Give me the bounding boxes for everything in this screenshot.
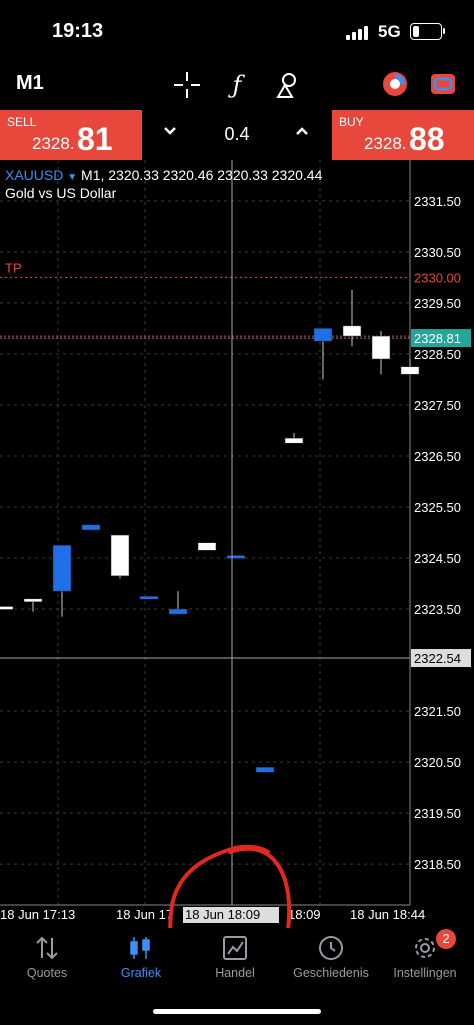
chart-header: XAUUSD ▼ M1, 2320.33 2320.46 2320.33 232…	[5, 167, 322, 183]
y-tick-label: 2329.50	[414, 296, 461, 311]
candle-body	[371, 335, 391, 360]
candle-body	[342, 325, 362, 337]
battery-tip	[443, 28, 445, 34]
candle-body	[52, 545, 72, 592]
crosshair-icon[interactable]	[172, 70, 202, 100]
home-indicator[interactable]	[153, 1009, 321, 1014]
x-tick-label: 18:09	[288, 907, 321, 922]
nav-trade-label: Handel	[215, 966, 255, 980]
status-time: 19:13	[52, 20, 104, 42]
nav-history[interactable]: Geschiedenis	[284, 928, 378, 998]
candle-body	[139, 596, 159, 600]
objects-icon[interactable]	[272, 70, 302, 100]
nav-settings[interactable]: Instellingen	[378, 928, 472, 998]
settings-badge: 2	[436, 929, 456, 949]
status-bar: 19:13 5G	[0, 0, 474, 62]
candle-body	[110, 534, 130, 577]
y-tick-label: 2324.50	[414, 551, 461, 566]
y-tick-label: 2325.50	[414, 500, 461, 515]
candle-body	[255, 766, 275, 773]
ohlc-values: M1, 2320.33 2320.46 2320.33 2320.44	[81, 167, 323, 183]
candle-body	[313, 328, 333, 342]
y-tick-label: 2321.50	[414, 704, 461, 719]
sell-price-big: 81	[77, 121, 113, 157]
lot-selector: 0.4	[142, 110, 332, 160]
x-tick-label: 18 Jun 17:13	[0, 907, 75, 922]
candle-body	[197, 542, 217, 551]
y-tick-label: 2319.50	[414, 806, 461, 821]
x-tick-label: 18 Jun 18:44	[350, 907, 425, 922]
candle-body	[168, 608, 188, 615]
tp-price-label: 2330.00	[414, 270, 461, 285]
cursor-time-label: 18 Jun 18:09	[185, 907, 260, 922]
sell-label: SELL	[7, 115, 37, 129]
sell-button[interactable]: SELL 2328. 81	[0, 110, 142, 160]
buy-button[interactable]: BUY 2328. 88	[332, 110, 474, 160]
y-tick-label: 2331.50	[414, 194, 461, 209]
cursor-price-label: 2322.54	[414, 651, 461, 666]
buy-label: BUY	[339, 115, 364, 129]
symbol-description: Gold vs US Dollar	[5, 185, 117, 201]
y-tick-label: 2326.50	[414, 449, 461, 464]
battery-icon	[410, 23, 442, 40]
nav-trade[interactable]: Handel	[188, 928, 282, 998]
indicator-f-icon[interactable]: ƒ	[222, 70, 252, 100]
trade-chart-icon	[220, 934, 250, 962]
history-clock-icon	[316, 934, 346, 962]
symbol-dropdown-icon[interactable]: ▼	[67, 172, 77, 183]
one-click-trade-icon[interactable]	[380, 70, 410, 100]
y-tick-label: 2330.50	[414, 245, 461, 260]
y-tick-label: 2323.50	[414, 602, 461, 617]
bid-price-label: 2328.81	[414, 331, 461, 346]
timeframe-button[interactable]: M1	[16, 72, 44, 95]
price-chart[interactable]: 2331.50 2330.50 2329.50 2328.50 2327.50 2326.…	[0, 160, 474, 928]
y-tick-label: 2328.50	[414, 347, 461, 362]
candle-body	[81, 524, 101, 531]
y-tick-label: 2327.50	[414, 398, 461, 413]
lot-increase-button[interactable]	[294, 122, 310, 145]
buy-price-main: 2328.	[364, 134, 407, 153]
y-tick-label: 2318.50	[414, 857, 461, 872]
signal-icon	[346, 26, 370, 40]
candle-body	[23, 598, 43, 603]
bottom-navigation: Quotes Grafiek Handel Geschiedenis Inste…	[0, 928, 474, 998]
network-type: 5G	[378, 22, 401, 41]
candle-body	[0, 606, 14, 610]
candle-body	[400, 366, 420, 375]
candle-body	[226, 555, 246, 559]
y-tick-label: 2320.50	[414, 755, 461, 770]
nav-chart-label: Grafiek	[120, 966, 162, 980]
nav-chart[interactable]: Grafiek	[94, 928, 188, 998]
nav-history-label: Geschiedenis	[293, 966, 369, 980]
nav-quotes-label: Quotes	[26, 966, 68, 980]
x-tick-label: 18 Jun 17	[116, 907, 173, 922]
chart-candles-icon	[126, 934, 156, 962]
buy-price-big: 88	[409, 121, 445, 157]
nav-quotes[interactable]: Quotes	[0, 928, 94, 998]
tp-label: TP	[5, 260, 22, 275]
candle-body	[284, 437, 304, 444]
symbol-name[interactable]: XAUUSD	[5, 167, 63, 183]
nav-settings-label: Instellingen	[393, 966, 457, 980]
sell-price-main: 2328.	[32, 134, 75, 153]
switch-icon[interactable]	[428, 70, 458, 100]
quotes-arrows-icon	[32, 934, 62, 962]
